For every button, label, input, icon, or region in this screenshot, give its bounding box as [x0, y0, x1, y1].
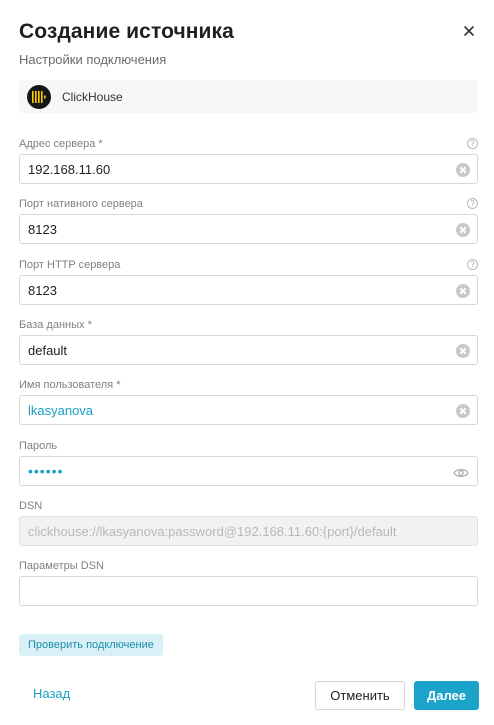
password-label: Пароль [19, 440, 58, 452]
clickhouse-logo [27, 84, 51, 109]
help-icon[interactable]: ? [467, 138, 478, 149]
server-address-value: 192.168.11.60 [28, 161, 111, 177]
close-icon[interactable] [461, 23, 477, 39]
clear-icon[interactable] [456, 223, 470, 237]
back-button[interactable]: Назад [33, 686, 70, 701]
cancel-button[interactable]: Отменить [315, 681, 405, 710]
http-port-value: 8123 [28, 282, 57, 298]
required-mark: * [87, 319, 92, 331]
dsn-label: DSN [19, 500, 43, 512]
clear-icon[interactable] [456, 344, 470, 358]
database-input[interactable]: default [19, 335, 478, 365]
source-name: ClickHouse [62, 89, 123, 104]
username-label: Имя пользователя [19, 379, 114, 391]
dsn-value: clickhouse://lkasyanova:password@192.168… [28, 523, 397, 539]
native-port-input[interactable]: 8123 [19, 214, 478, 244]
section-subtitle: Настройки подключения [19, 52, 167, 67]
native-port-value: 8123 [28, 221, 57, 237]
dialog-title: Создание источника [19, 20, 234, 43]
http-port-label: Порт HTTP сервера [19, 259, 121, 271]
server-address-label: Адрес сервера [19, 138, 96, 150]
clear-icon[interactable] [456, 163, 470, 177]
database-field: База данных * default [19, 318, 478, 365]
eye-icon[interactable] [453, 466, 469, 478]
password-input[interactable]: •••••• [19, 456, 478, 486]
native-port-label: Порт нативного сервера [19, 198, 143, 210]
required-mark: * [116, 379, 121, 391]
dsn-params-label: Параметры DSN [19, 560, 104, 572]
username-field: Имя пользователя * lkasyanova [19, 378, 478, 425]
http-port-field: Порт HTTP сервера ? 8123 [19, 258, 478, 305]
help-icon[interactable]: ? [467, 259, 478, 270]
http-port-input[interactable]: 8123 [19, 275, 478, 305]
password-field: Пароль •••••• [19, 439, 478, 486]
create-source-dialog: Создание источника Настройки подключения… [0, 0, 494, 725]
next-button[interactable]: Далее [414, 681, 479, 710]
native-port-field: Порт нативного сервера ? 8123 [19, 197, 478, 244]
username-value: lkasyanova [28, 402, 94, 418]
dsn-field: DSN clickhouse://lkasyanova:password@192… [19, 499, 478, 546]
clear-icon[interactable] [456, 284, 470, 298]
check-connection-button[interactable]: Проверить подключение [19, 634, 163, 656]
source-card: ClickHouse [19, 80, 478, 113]
database-value: default [28, 342, 68, 358]
server-address-field: Адрес сервера * ? 192.168.11.60 [19, 137, 478, 184]
username-input[interactable]: lkasyanova [19, 395, 478, 425]
clear-icon[interactable] [456, 404, 470, 418]
required-mark: * [98, 138, 103, 150]
database-label: База данных [19, 319, 85, 331]
server-address-input[interactable]: 192.168.11.60 [19, 154, 478, 184]
dsn-params-field: Параметры DSN [19, 559, 478, 606]
dsn-params-input[interactable] [19, 576, 478, 606]
dsn-input: clickhouse://lkasyanova:password@192.168… [19, 516, 478, 546]
password-value: •••••• [28, 463, 64, 479]
help-icon[interactable]: ? [467, 198, 478, 209]
